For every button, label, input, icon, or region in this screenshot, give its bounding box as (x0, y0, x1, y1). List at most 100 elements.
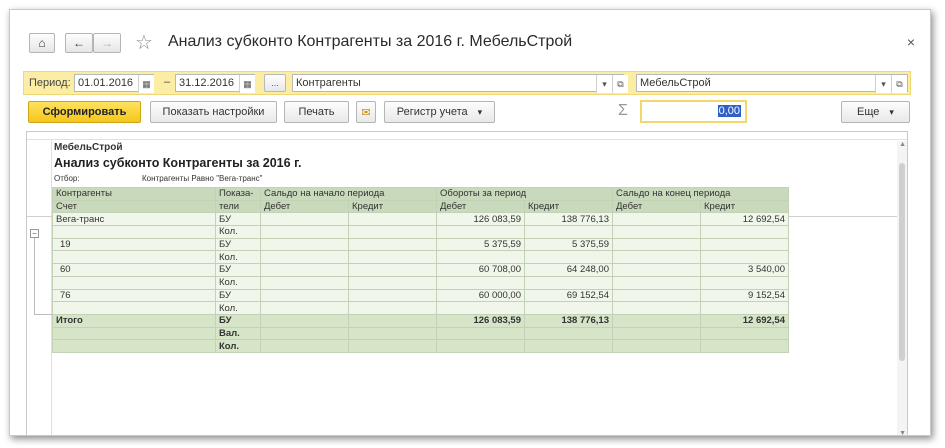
table-row[interactable]: 76 БУ 60 000,00 69 152,54 9 152,54 (52, 288, 789, 303)
group-line-foot (34, 314, 52, 315)
table-row[interactable]: Кол. (52, 250, 789, 265)
more-button[interactable]: Еще ▾ (841, 101, 910, 123)
period-select-button[interactable]: ... (264, 74, 286, 92)
close-icon[interactable]: × (907, 34, 915, 50)
header-row: Счет тели Дебет Кредит Дебет Кредит Дебе… (52, 199, 789, 214)
open-form-icon[interactable]: ⧉ (612, 75, 628, 93)
table-cell (348, 250, 437, 265)
col-header-kredit: Кредит (700, 199, 789, 214)
table-cell: Кол. (215, 250, 261, 265)
table-cell (612, 263, 701, 277)
sum-field[interactable]: 0,00 (640, 100, 747, 123)
chevron-down-icon: ▾ (477, 106, 483, 117)
chevron-down-icon[interactable]: ▾ (875, 75, 891, 93)
table-row[interactable]: Кол. (52, 301, 789, 315)
table-row[interactable]: Вега-транс БУ 126 083,59 138 776,13 12 692,5… (52, 212, 789, 227)
back-button[interactable]: ← (65, 33, 93, 53)
table-cell (260, 225, 349, 239)
scroll-down-icon[interactable]: ▼ (899, 430, 906, 435)
scrollbar-thumb[interactable] (899, 163, 905, 361)
table-cell (348, 237, 437, 252)
table-row[interactable]: Кол. (52, 275, 789, 290)
table-cell: Кол. (215, 339, 261, 353)
total-row[interactable]: Итого БУ 126 083,59 138 776,13 12 692,54 (52, 313, 789, 328)
show-settings-button[interactable]: Показать настройки (150, 101, 277, 123)
calendar-icon[interactable]: ▦ (239, 75, 255, 93)
table-cell (348, 263, 437, 277)
report-title: Анализ субконто Контрагенты за 2016 г. (54, 156, 302, 170)
table-cell (612, 212, 701, 227)
table-cell (436, 326, 525, 341)
table-cell: 60 (52, 263, 216, 277)
col-header-saldo-end: Сальдо на конец периода (612, 187, 789, 201)
date-from-value: 01.01.2016 (78, 77, 134, 89)
total-row[interactable]: Вал. (52, 326, 789, 341)
table-cell (52, 326, 216, 341)
table-cell: 60 000,00 (436, 288, 525, 303)
table-cell (612, 339, 701, 353)
calendar-icon[interactable]: ▦ (138, 75, 154, 93)
sum-value: 0,00 (717, 105, 741, 117)
star-icon[interactable]: ☆ (135, 30, 153, 55)
envelope-icon[interactable]: ✉ (356, 101, 376, 123)
register-button[interactable]: Регистр учета ▾ (384, 101, 495, 123)
table-cell (260, 212, 349, 227)
table-row[interactable]: 19 БУ 5 375,59 5 375,59 (52, 237, 789, 252)
table-cell (52, 301, 216, 315)
table-cell (260, 288, 349, 303)
report-table: Контрагенты Показа- Сальдо на начало пер… (52, 187, 789, 353)
table-row[interactable]: 60 БУ 60 708,00 64 248,00 3 540,00 (52, 263, 789, 277)
window-title: Анализ субконто Контрагенты за 2016 г. М… (168, 33, 573, 50)
table-cell (436, 250, 525, 265)
table-cell: 5 375,59 (436, 237, 525, 252)
table-cell (348, 339, 437, 353)
table-cell (524, 275, 613, 290)
filter-value: Контрагенты Равно "Вега-транс" (142, 174, 263, 183)
scroll-up-icon[interactable]: ▲ (899, 141, 906, 148)
table-cell (436, 301, 525, 315)
subconto-type-field[interactable]: Контрагенты (292, 74, 624, 92)
register-label: Регистр учета (396, 106, 468, 118)
organization-field[interactable]: МебельСтрой (636, 74, 908, 92)
table-cell (52, 225, 216, 239)
report-area[interactable]: МебельСтрой Анализ субконто Контрагенты … (26, 131, 908, 435)
arrow-right-icon: → (101, 36, 113, 50)
forward-button[interactable]: → (93, 33, 121, 53)
table-cell (612, 225, 701, 239)
table-cell (260, 275, 349, 290)
table-cell (52, 275, 216, 290)
table-cell: Вал. (215, 326, 261, 341)
table-cell (700, 339, 789, 353)
table-cell (612, 250, 701, 265)
table-cell: 69 152,54 (524, 288, 613, 303)
chevron-down-icon[interactable]: ▾ (596, 75, 612, 93)
subconto-type-value: Контрагенты (296, 77, 361, 89)
sigma-icon: Σ (618, 102, 628, 119)
table-cell: Кол. (215, 275, 261, 290)
date-separator: – (164, 76, 171, 88)
total-row[interactable]: Кол. (52, 339, 789, 353)
col-header-schet: Счет (52, 199, 216, 214)
group-collapse-toggle[interactable]: − (30, 229, 39, 238)
table-cell: 126 083,59 (436, 313, 525, 328)
print-button[interactable]: Печать (284, 101, 349, 123)
table-cell (260, 237, 349, 252)
col-header-debet: Дебет (260, 199, 349, 214)
generate-button[interactable]: Сформировать (28, 101, 141, 123)
organization-value: МебельСтрой (640, 77, 711, 89)
group-line (34, 238, 35, 314)
table-cell (348, 212, 437, 227)
table-cell (524, 339, 613, 353)
home-button[interactable]: ⌂ (29, 33, 55, 53)
table-cell: 60 708,00 (436, 263, 525, 277)
table-cell: 5 375,59 (524, 237, 613, 252)
title-bar: ⌂ ← → ☆ Анализ субконто Контрагенты за 2… (10, 10, 930, 72)
open-form-icon[interactable]: ⧉ (891, 75, 907, 93)
table-cell (260, 250, 349, 265)
table-row[interactable]: Кол. (52, 225, 789, 239)
vertical-scrollbar[interactable]: ▲ ▼ (897, 141, 907, 435)
col-header-kontragenty: Контрагенты (52, 187, 216, 201)
table-cell: БУ (215, 237, 261, 252)
table-cell (52, 339, 216, 353)
table-cell (612, 275, 701, 290)
